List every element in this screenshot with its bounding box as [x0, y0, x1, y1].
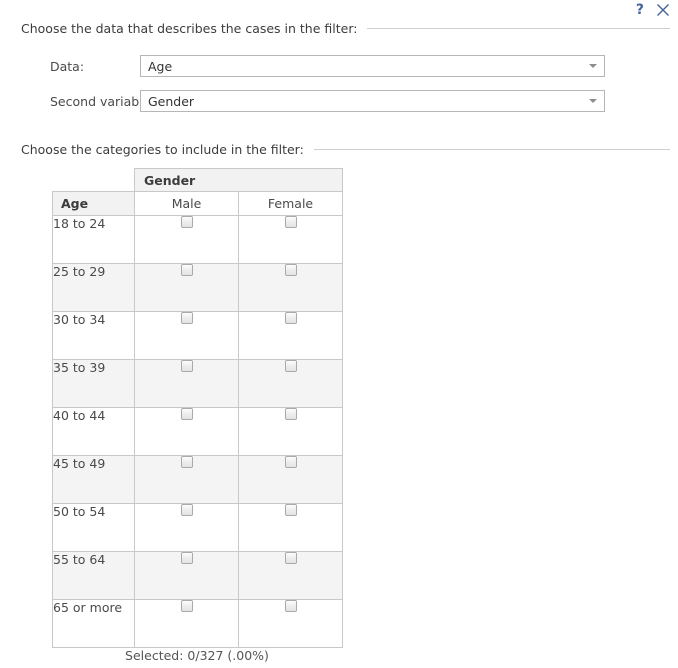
corner-cell: [53, 169, 135, 192]
row-label-cell: 40 to 44: [52, 407, 135, 456]
data-section-title: Choose the data that describes the cases…: [21, 21, 358, 36]
checkbox-cell-male[interactable]: [134, 215, 239, 264]
chevron-down-icon: [589, 99, 597, 103]
checkbox-male-8[interactable]: [180, 552, 193, 564]
checkbox-cell-female[interactable]: [237, 551, 344, 600]
column-header-female: Female: [237, 191, 344, 216]
section-divider-line: [313, 149, 670, 150]
row-label-cell: 35 to 39: [52, 359, 135, 408]
checkbox-cell-female[interactable]: [237, 407, 344, 456]
checkbox-male-4[interactable]: [180, 360, 193, 372]
checkbox-female-7[interactable]: [284, 504, 297, 516]
row-label-cell: 45 to 49: [52, 455, 135, 504]
row-label-cell: 18 to 24: [52, 215, 135, 264]
data-field-label: Data:: [50, 58, 85, 74]
checkbox-female-1[interactable]: [284, 216, 297, 228]
selected-count-status: Selected: 0/327 (.00%): [125, 648, 269, 663]
checkbox-cell-female[interactable]: [237, 599, 344, 648]
checkbox-female-6[interactable]: [284, 456, 297, 468]
categories-table-head: Gender Age Male Female: [52, 168, 344, 216]
table-row: 18 to 24: [52, 215, 344, 264]
question-mark-icon[interactable]: ?: [636, 3, 644, 17]
checkbox-female-5[interactable]: [284, 408, 297, 420]
title-bar: ?: [0, 0, 678, 20]
group-header-row: Gender: [53, 168, 344, 192]
checkbox-female-9[interactable]: [284, 600, 297, 612]
checkbox-male-7[interactable]: [180, 504, 193, 516]
categories-table-wrapper: Gender Age Male Female 18 to 24 25 to 29 3…: [52, 168, 344, 648]
data-dropdown-value: Age: [148, 58, 173, 74]
close-x-icon[interactable]: [656, 3, 670, 17]
row-dimension-header: Age: [52, 191, 135, 216]
checkbox-male-3[interactable]: [180, 312, 193, 324]
checkbox-cell-female[interactable]: [237, 359, 344, 408]
checkbox-cell-male[interactable]: [134, 311, 239, 360]
data-dropdown[interactable]: Age: [140, 55, 605, 77]
checkbox-female-8[interactable]: [284, 552, 297, 564]
row-label-cell: 50 to 54: [52, 503, 135, 552]
row-label-cell: 65 or more: [52, 599, 135, 648]
checkbox-cell-male[interactable]: [134, 263, 239, 312]
checkbox-cell-male[interactable]: [134, 455, 239, 504]
table-row: 25 to 29: [52, 263, 344, 312]
row-label-cell: 25 to 29: [52, 263, 135, 312]
checkbox-male-6[interactable]: [180, 456, 193, 468]
table-row: 65 or more: [52, 599, 344, 648]
checkbox-male-1[interactable]: [180, 216, 193, 228]
checkbox-female-2[interactable]: [284, 264, 297, 276]
checkbox-cell-male[interactable]: [134, 503, 239, 552]
checkbox-male-5[interactable]: [180, 408, 193, 420]
checkbox-cell-female[interactable]: [237, 215, 344, 264]
checkbox-cell-male[interactable]: [134, 407, 239, 456]
data-field-row: Data: Age: [0, 55, 678, 77]
table-row: 40 to 44: [52, 407, 344, 456]
row-label-cell: 30 to 34: [52, 311, 135, 360]
second-variable-field-row: Second variable: Gender: [0, 90, 678, 112]
checkbox-cell-male[interactable]: [134, 599, 239, 648]
second-variable-dropdown-value: Gender: [148, 93, 195, 109]
checkbox-female-3[interactable]: [284, 312, 297, 324]
data-section-header: Choose the data that describes the cases…: [0, 21, 678, 36]
checkbox-male-2[interactable]: [180, 264, 193, 276]
checkbox-female-4[interactable]: [284, 360, 297, 372]
checkbox-cell-female[interactable]: [237, 311, 344, 360]
column-header-male: Male: [134, 191, 239, 216]
table-row: 35 to 39: [52, 359, 344, 408]
checkbox-cell-male[interactable]: [134, 551, 239, 600]
categories-table: Gender Age Male Female 18 to 24 25 to 29 3…: [52, 168, 344, 648]
checkbox-cell-female[interactable]: [237, 263, 344, 312]
second-variable-dropdown[interactable]: Gender: [140, 90, 605, 112]
window-controls: ?: [636, 0, 670, 20]
second-variable-field-label: Second variable:: [50, 93, 155, 109]
checkbox-cell-female[interactable]: [237, 503, 344, 552]
categories-section-title: Choose the categories to include in the …: [21, 142, 304, 157]
row-label-cell: 55 to 64: [52, 551, 135, 600]
checkbox-cell-male[interactable]: [134, 359, 239, 408]
table-row: 50 to 54: [52, 503, 344, 552]
column-group-header: Gender: [133, 168, 344, 192]
checkbox-male-9[interactable]: [180, 600, 193, 612]
column-header-row: Age Male Female: [52, 191, 344, 216]
table-row: 45 to 49: [52, 455, 344, 504]
section-divider-line: [367, 28, 670, 29]
table-row: 30 to 34: [52, 311, 344, 360]
table-row: 55 to 64: [52, 551, 344, 600]
checkbox-cell-female[interactable]: [237, 455, 344, 504]
categories-table-body: 18 to 24 25 to 29 30 to 34 35 to 39 40 to 44…: [52, 215, 344, 648]
categories-section-header: Choose the categories to include in the …: [0, 142, 678, 157]
chevron-down-icon: [589, 64, 597, 68]
